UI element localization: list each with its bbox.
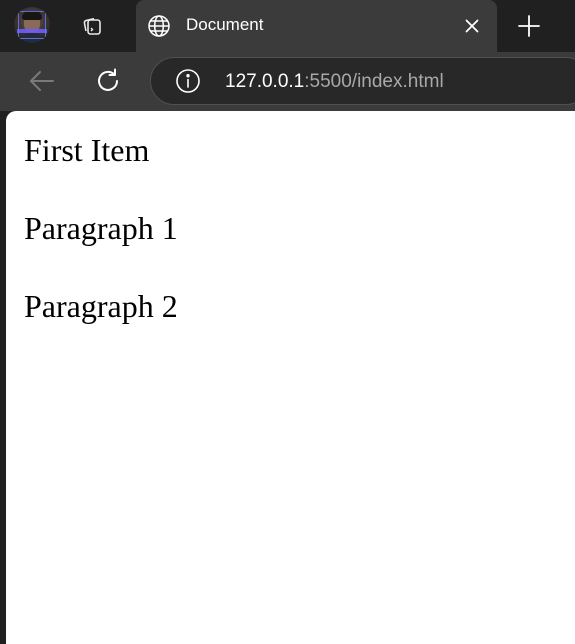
url-host: 127.0.0.1: [225, 71, 305, 92]
url-path: :5500/index.html: [304, 71, 444, 92]
tab-document[interactable]: Document: [136, 0, 497, 52]
browser-window: Document 127.0.0.1:5500/index.html First…: [0, 0, 575, 644]
refresh-button[interactable]: [91, 64, 125, 98]
back-arrow-icon: [30, 71, 54, 91]
globe-icon: [147, 14, 171, 38]
tab-title: Document: [186, 15, 264, 34]
address-bar[interactable]: 127.0.0.1:5500/index.html: [150, 57, 575, 105]
refresh-icon: [98, 68, 118, 91]
info-icon[interactable]: [175, 68, 201, 94]
tab-actions-icon[interactable]: [74, 8, 110, 44]
page-content: First Item Paragraph 1 Paragraph 2: [24, 131, 178, 365]
toolbar: 127.0.0.1:5500/index.html: [0, 52, 575, 111]
new-tab-button[interactable]: [512, 9, 546, 43]
profile-avatar[interactable]: [14, 7, 50, 43]
page-viewport: First Item Paragraph 1 Paragraph 2: [6, 111, 575, 644]
list-item: First Item: [24, 132, 150, 168]
close-icon[interactable]: [460, 14, 484, 38]
plus-icon: [518, 15, 540, 37]
url-text[interactable]: 127.0.0.1:5500/index.html: [225, 71, 444, 93]
tab-strip: Document: [0, 0, 575, 52]
paragraph-1: Paragraph 1: [24, 210, 178, 246]
back-button[interactable]: [25, 64, 59, 98]
paragraph-2: Paragraph 2: [24, 288, 178, 324]
